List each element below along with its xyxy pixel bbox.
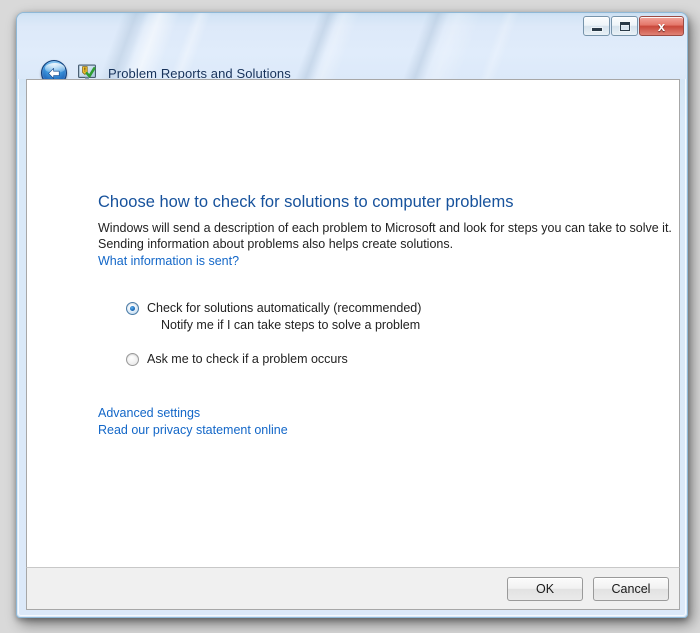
privacy-statement-link[interactable]: Read our privacy statement online <box>98 422 288 439</box>
radio-indicator-ask-me[interactable] <box>126 353 139 366</box>
page-title: Choose how to check for solutions to com… <box>98 193 514 211</box>
radio-label-automatic: Check for solutions automatically (recom… <box>147 301 422 315</box>
radio-option-ask-me[interactable]: Ask me to check if a problem occurs <box>126 351 421 367</box>
radio-sublabel-automatic: Notify me if I can take steps to solve a… <box>161 318 421 332</box>
minimize-icon <box>591 27 602 31</box>
glass-streak <box>386 13 458 79</box>
ok-button[interactable]: OK <box>507 577 583 601</box>
body-description: Windows will send a description of each … <box>98 220 672 252</box>
radio-indicator-automatic[interactable] <box>126 302 139 315</box>
advanced-settings-link[interactable]: Advanced settings <box>98 405 288 422</box>
dialog-footer: OK Cancel <box>26 567 680 610</box>
minimize-button[interactable] <box>583 16 610 36</box>
problem-reports-window: x ! Problem Reports and Solutions Choose… <box>16 12 688 618</box>
radio-option-ask-me-texts: Ask me to check if a problem occurs <box>147 351 348 367</box>
body-line-2: Sending information about problems also … <box>98 237 454 251</box>
glass-streak <box>400 13 490 79</box>
caption-button-group: x <box>582 16 684 38</box>
glass-streak <box>292 13 368 79</box>
glass-streak <box>461 13 529 79</box>
maximize-button[interactable] <box>611 16 638 36</box>
content-inner: Choose how to check for solutions to com… <box>27 80 679 567</box>
cancel-button[interactable]: Cancel <box>593 577 669 601</box>
what-information-is-sent-link[interactable]: What information is sent? <box>98 254 239 268</box>
content-panel: Choose how to check for solutions to com… <box>26 79 680 567</box>
dialog-button-group: OK Cancel <box>507 577 669 601</box>
desktop-background: x ! Problem Reports and Solutions Choose… <box>0 0 700 633</box>
maximize-icon <box>619 21 630 31</box>
close-icon: x <box>657 18 666 34</box>
secondary-links: Advanced settings Read our privacy state… <box>98 405 288 439</box>
close-button[interactable]: x <box>639 16 684 36</box>
radio-label-ask-me: Ask me to check if a problem occurs <box>147 352 348 366</box>
body-line-1: Windows will send a description of each … <box>98 221 672 235</box>
radio-option-automatic-texts: Check for solutions automatically (recom… <box>147 300 421 333</box>
back-arrow-icon <box>48 67 60 79</box>
radio-option-automatic[interactable]: Check for solutions automatically (recom… <box>126 300 421 333</box>
svg-text:!: ! <box>84 67 86 73</box>
solution-check-option-group: Check for solutions automatically (recom… <box>126 300 421 367</box>
